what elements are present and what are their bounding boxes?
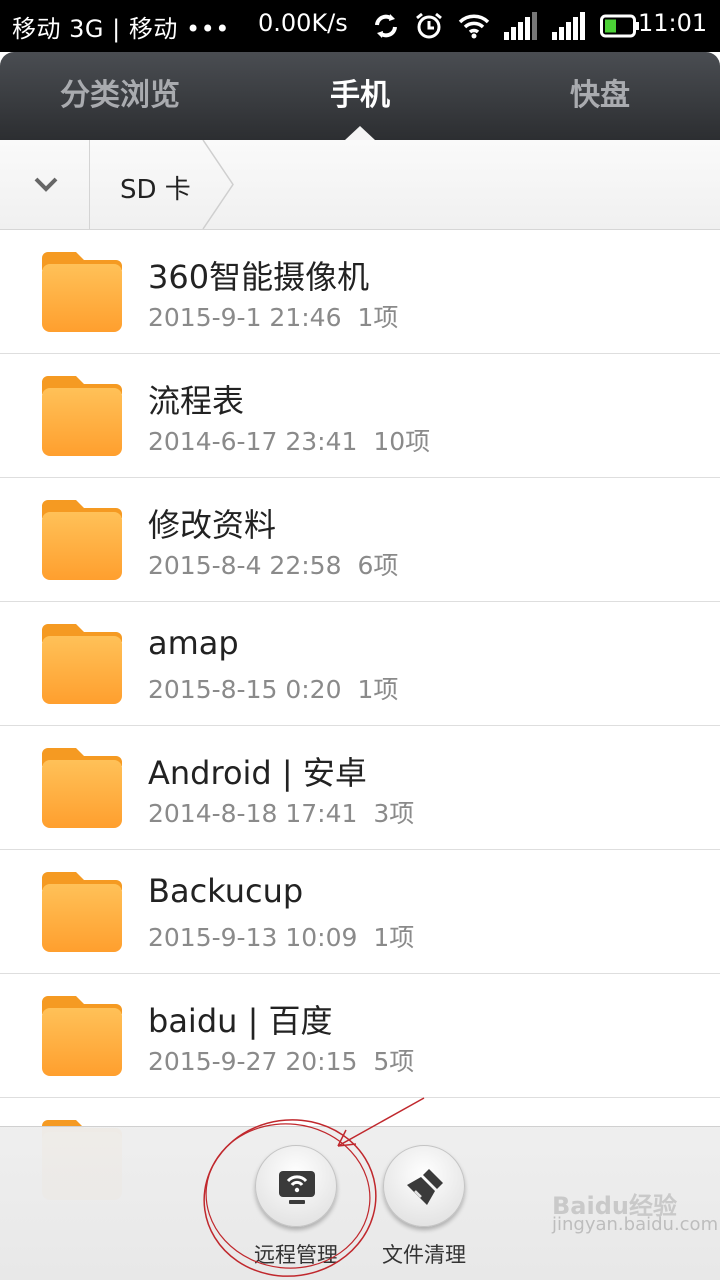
- list-item[interactable]: baidu | 百度 2015-9-27 20:15 5项: [0, 974, 720, 1098]
- signal-icon: [552, 12, 585, 40]
- carrier-label: 移动 3G | 移动 •••: [12, 15, 230, 43]
- folder-icon: [40, 250, 124, 334]
- file-meta: 2015-9-13 10:09 1项: [148, 918, 414, 954]
- file-count: 10项: [373, 427, 431, 456]
- watermark-url: jingyan.baidu.com: [552, 1214, 719, 1235]
- file-count: 1项: [373, 923, 415, 952]
- breadcrumb-item-label: SD 卡: [120, 175, 191, 205]
- folder-icon: [40, 498, 124, 582]
- battery-icon: [600, 14, 639, 38]
- list-item[interactable]: Android | 安卓 2014-8-18 17:41 3项: [0, 726, 720, 850]
- file-meta: 2015-9-27 20:15 5项: [148, 1042, 414, 1078]
- tab-category-browse[interactable]: 分类浏览: [0, 52, 240, 140]
- file-date: 2015-9-1 21:46: [148, 303, 342, 332]
- file-clean-action[interactable]: 文件清理: [359, 1145, 489, 1275]
- remote-manage-icon: [279, 1171, 315, 1204]
- remote-manage-action[interactable]: 远程管理: [231, 1145, 361, 1275]
- wifi-icon: [458, 14, 490, 39]
- folder-icon: [40, 870, 124, 954]
- alarm-icon: [416, 12, 442, 39]
- folder-icon: [40, 994, 124, 1078]
- folder-icon: [40, 622, 124, 706]
- path-dropdown-button[interactable]: [0, 140, 90, 229]
- folder-icon: [40, 374, 124, 458]
- file-meta: 2015-8-15 0:20 1项: [148, 670, 398, 706]
- clean-brush-icon: [407, 1169, 443, 1205]
- file-list: 360智能摄像机 2015-9-1 21:46 1项 流程表 2014-6-17 …: [0, 230, 720, 1222]
- file-count: 6项: [357, 551, 399, 580]
- file-count: 5项: [373, 1047, 415, 1076]
- list-item[interactable]: 360智能摄像机 2015-9-1 21:46 1项: [0, 230, 720, 354]
- file-meta: 2014-8-18 17:41 3项: [148, 794, 414, 830]
- folder-icon: [40, 746, 124, 830]
- remote-manage-label: 远程管理: [254, 1243, 338, 1267]
- tab-kuaipan[interactable]: 快盘: [480, 52, 720, 140]
- file-name: 修改资料: [148, 506, 277, 544]
- file-meta: 2015-8-4 22:58 6项: [148, 546, 398, 582]
- clock: 11:01: [638, 9, 708, 37]
- file-name: baidu | 百度: [148, 1002, 333, 1040]
- file-date: 2014-6-17 23:41: [148, 427, 358, 456]
- tab-indicator: [345, 126, 375, 140]
- status-icons: [372, 10, 640, 42]
- file-date: 2015-9-27 20:15: [148, 1047, 358, 1076]
- file-name: 流程表: [148, 382, 245, 420]
- file-date: 2015-9-13 10:09: [148, 923, 358, 952]
- file-name: amap: [148, 624, 239, 662]
- file-meta: 2014-6-17 23:41 10项: [148, 422, 430, 458]
- file-name: 360智能摄像机: [148, 258, 370, 296]
- breadcrumb: SD 卡: [0, 140, 720, 230]
- file-name: Backucup: [148, 872, 304, 910]
- chevron-down-icon: [34, 177, 58, 192]
- file-meta: 2015-9-1 21:46 1项: [148, 298, 398, 334]
- status-bar: 移动 3G | 移动 ••• 0.00K/s 11:01: [0, 0, 720, 52]
- file-name: Android | 安卓: [148, 754, 367, 792]
- file-count: 1项: [357, 303, 399, 332]
- sync-icon: [375, 14, 397, 38]
- file-count: 3项: [373, 799, 415, 828]
- network-speed: 0.00K/s: [258, 9, 348, 37]
- file-count: 1项: [357, 675, 399, 704]
- file-clean-label: 文件清理: [382, 1243, 466, 1267]
- remote-manage-button[interactable]: [255, 1145, 337, 1227]
- breadcrumb-separator-icon: [202, 140, 234, 229]
- file-date: 2014-8-18 17:41: [148, 799, 358, 828]
- signal-icon: [504, 12, 537, 40]
- list-item[interactable]: Backucup 2015-9-13 10:09 1项: [0, 850, 720, 974]
- breadcrumb-item-sd-card[interactable]: SD 卡: [90, 140, 235, 229]
- file-date: 2015-8-15 0:20: [148, 675, 342, 704]
- list-item[interactable]: 修改资料 2015-8-4 22:58 6项: [0, 478, 720, 602]
- file-clean-button[interactable]: [383, 1145, 465, 1227]
- list-item[interactable]: 流程表 2014-6-17 23:41 10项: [0, 354, 720, 478]
- list-item[interactable]: amap 2015-8-15 0:20 1项: [0, 602, 720, 726]
- file-date: 2015-8-4 22:58: [148, 551, 342, 580]
